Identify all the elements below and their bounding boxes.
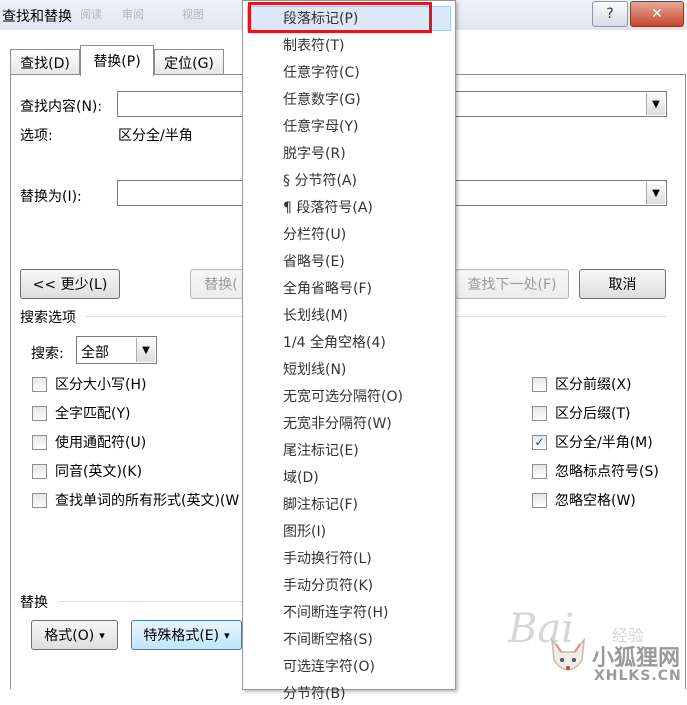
menu-item[interactable]: 脚注标记(F) xyxy=(283,494,358,516)
search-direction-select[interactable]: 全部 ▼ xyxy=(76,336,157,364)
checkbox-box[interactable] xyxy=(32,376,47,392)
checkbox-box[interactable] xyxy=(32,463,47,479)
menu-item[interactable]: 域(D) xyxy=(283,467,319,489)
ribbon-tab-faded: 阅读 xyxy=(80,8,102,21)
chevron-down-icon: ▼ xyxy=(652,98,660,110)
group-divider xyxy=(58,601,242,602)
dialog-title: 查找和替换 xyxy=(2,9,72,25)
chevron-down-icon: ▾ xyxy=(224,628,230,642)
checkbox-label: 全字匹配(Y) xyxy=(55,406,131,422)
checkbox-all-word-forms[interactable]: 查找单词的所有形式(英文)(W xyxy=(32,490,239,510)
find-next-button[interactable]: 查找下一处(F) xyxy=(455,269,569,299)
checkbox-label: 忽略空格(W) xyxy=(555,493,636,509)
menu-item[interactable]: 分栏符(U) xyxy=(283,224,346,246)
menu-item[interactable]: 无宽非分隔符(W) xyxy=(283,413,392,435)
chevron-down-icon: ▼ xyxy=(652,187,660,199)
ribbon-tab-faded: 视图 xyxy=(182,8,204,21)
menu-item[interactable]: 无宽可选分隔符(O) xyxy=(283,386,403,408)
checkbox-box[interactable] xyxy=(32,405,47,421)
ribbon-tab-faded: 审阅 xyxy=(122,8,144,21)
menu-item[interactable]: 1/4 全角空格(4) xyxy=(283,332,386,354)
replace-section-title: 替换 xyxy=(20,595,48,611)
special-format-button-label: 特殊格式(E) xyxy=(143,628,220,644)
menu-item[interactable]: 省略号(E) xyxy=(283,251,345,273)
replace-label: 替换为(I): xyxy=(20,189,82,205)
search-options-title: 搜索选项 xyxy=(20,310,76,326)
checkbox-box[interactable] xyxy=(532,376,547,392)
checkbox-box[interactable] xyxy=(32,492,47,508)
options-value: 区分全/半角 xyxy=(118,128,193,144)
menu-item[interactable]: 脱字号(R) xyxy=(283,143,346,165)
special-format-button[interactable]: 特殊格式(E) ▾ xyxy=(131,620,242,650)
checkbox-box[interactable]: ✓ xyxy=(532,434,547,450)
checkbox-label: 区分大小写(H) xyxy=(55,377,147,393)
format-button-label: 格式(O) xyxy=(44,628,95,644)
checkbox-label: 同音(英文)(K) xyxy=(55,464,143,480)
checkbox-match-case[interactable]: 区分大小写(H) xyxy=(32,374,146,394)
checkbox-ignore-punctuation[interactable]: 忽略标点符号(S) xyxy=(532,461,659,481)
help-button[interactable]: ? xyxy=(592,1,628,27)
annotation-red-box xyxy=(248,2,432,33)
fox-logo-icon xyxy=(548,636,588,680)
find-label: 查找内容(N): xyxy=(20,99,103,115)
chevron-down-icon: ▾ xyxy=(99,628,105,642)
checkbox-label: 忽略标点符号(S) xyxy=(555,464,659,480)
menu-item[interactable]: 制表符(T) xyxy=(283,35,344,57)
cancel-button[interactable]: 取消 xyxy=(579,269,666,299)
checkbox-match-prefix[interactable]: 区分前缀(X) xyxy=(532,374,632,394)
format-button[interactable]: 格式(O) ▾ xyxy=(31,620,118,650)
menu-item[interactable]: 长划线(M) xyxy=(283,305,348,327)
tab-goto[interactable]: 定位(G) xyxy=(154,49,224,75)
tab-find[interactable]: 查找(D) xyxy=(10,49,80,75)
search-direction-dropdown[interactable]: ▼ xyxy=(136,338,155,362)
menu-item[interactable]: 分节符(B) xyxy=(283,683,346,705)
menu-item[interactable]: 图形(I) xyxy=(283,521,326,543)
checkbox-box[interactable] xyxy=(532,405,547,421)
checkbox-box[interactable] xyxy=(32,434,47,450)
close-button[interactable]: ✕ xyxy=(630,1,684,27)
less-button[interactable]: << 更少(L) xyxy=(20,269,120,299)
find-dropdown-button[interactable]: ▼ xyxy=(646,93,665,115)
menu-item[interactable]: § 分节符(A) xyxy=(283,170,357,192)
special-format-menu: 段落标记(P) 制表符(T) 任意字符(C) 任意数字(G) 任意字母(Y) 脱字号(R)… xyxy=(242,0,456,702)
menu-item[interactable]: 任意数字(G) xyxy=(283,89,361,111)
checkbox-label: 区分后缀(T) xyxy=(555,406,631,422)
menu-item[interactable]: 手动换行符(L) xyxy=(283,548,372,570)
close-icon: ✕ xyxy=(651,6,663,22)
menu-item[interactable]: 手动分页符(K) xyxy=(283,575,373,597)
tab-replace[interactable]: 替换(P) xyxy=(80,45,154,76)
menu-item[interactable]: 任意字母(Y) xyxy=(283,116,358,138)
chevron-down-icon: ▼ xyxy=(142,344,150,356)
menu-item[interactable]: 短划线(N) xyxy=(283,359,346,381)
site-url-watermark: XHLKS.CN xyxy=(594,668,682,684)
checkbox-box[interactable] xyxy=(532,463,547,479)
menu-item[interactable]: ¶ 段落符号(A) xyxy=(283,197,373,219)
menu-item[interactable]: 不间断空格(S) xyxy=(283,629,373,651)
menu-item[interactable]: 尾注标记(E) xyxy=(283,440,359,462)
options-label: 选项: xyxy=(20,128,53,144)
menu-item[interactable]: 任意字符(C) xyxy=(283,62,360,84)
search-direction-value: 全部 xyxy=(81,345,109,361)
menu-item[interactable]: 不间断连字符(H) xyxy=(283,602,388,624)
checkbox-sounds-like[interactable]: 同音(英文)(K) xyxy=(32,461,142,481)
checkbox-label: 区分前缀(X) xyxy=(555,377,632,393)
checkbox-label: 查找单词的所有形式(英文)(W xyxy=(55,493,240,509)
search-direction-label: 搜索: xyxy=(31,346,64,362)
help-icon: ? xyxy=(606,6,614,22)
replace-dropdown-button[interactable]: ▼ xyxy=(646,182,665,204)
checkbox-box[interactable] xyxy=(532,492,547,508)
checkbox-whole-word[interactable]: 全字匹配(Y) xyxy=(32,403,130,423)
checkbox-label: 使用通配符(U) xyxy=(55,435,147,451)
checkbox-match-width[interactable]: ✓ 区分全/半角(M) xyxy=(532,432,653,452)
checkbox-ignore-spaces[interactable]: 忽略空格(W) xyxy=(532,490,636,510)
checkmark-icon: ✓ xyxy=(534,434,545,449)
checkbox-label: 区分全/半角(M) xyxy=(555,435,653,451)
checkbox-match-suffix[interactable]: 区分后缀(T) xyxy=(532,403,630,423)
checkbox-wildcards[interactable]: 使用通配符(U) xyxy=(32,432,146,452)
menu-item[interactable]: 可选连字符(O) xyxy=(283,656,375,678)
menu-item[interactable]: 全角省略号(F) xyxy=(283,278,372,300)
